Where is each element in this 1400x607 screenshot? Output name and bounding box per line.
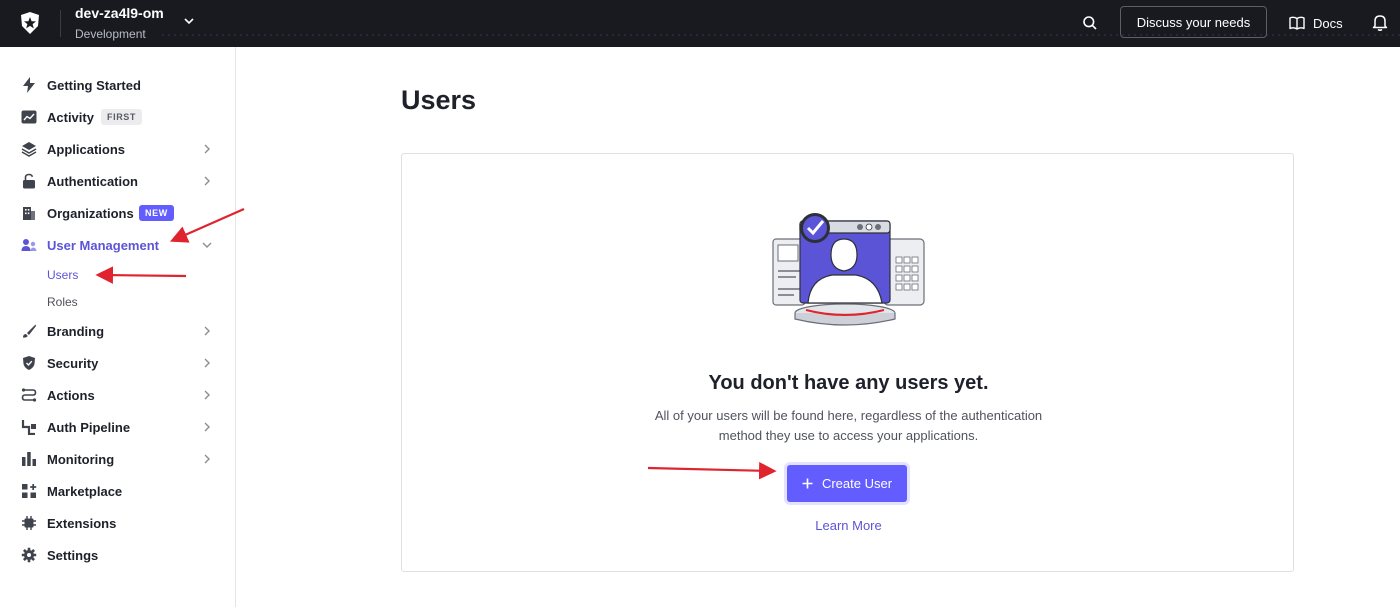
chevron-right-icon xyxy=(204,326,210,336)
create-user-label: Create User xyxy=(821,476,893,491)
plus-icon xyxy=(802,478,813,489)
chip-icon xyxy=(21,515,37,531)
sidebar-item-actions[interactable]: Actions xyxy=(0,379,235,411)
sidebar-item-label: Branding xyxy=(47,323,105,339)
sidebar: Getting Started Activity FIRST Applicati… xyxy=(0,47,236,607)
auth0-logo[interactable] xyxy=(14,9,46,37)
sidebar-item-label: Security xyxy=(47,355,99,371)
sidebar-item-label: Authentication xyxy=(47,173,138,189)
tenant-name: dev-za4l9-om xyxy=(75,5,164,21)
sidebar-item-organizations[interactable]: Organizations NEW xyxy=(0,197,235,229)
new-badge: NEW xyxy=(139,205,174,221)
sidebar-item-label: Organizations xyxy=(47,205,134,221)
sidebar-item-label: Monitoring xyxy=(47,451,115,467)
flow-icon xyxy=(21,387,37,403)
sidebar-item-label: Marketplace xyxy=(47,483,123,499)
sidebar-item-label: Auth Pipeline xyxy=(47,419,131,435)
shield-icon xyxy=(21,355,37,371)
create-user-button[interactable]: Create User xyxy=(787,465,907,502)
sidebar-item-getting-started[interactable]: Getting Started xyxy=(0,69,235,101)
top-navigation-bar: dev-za4l9-om Development Discuss your ne… xyxy=(0,0,1400,47)
sidebar-item-label: Activity xyxy=(47,109,94,125)
chevron-down-icon xyxy=(202,242,212,248)
sidebar-item-settings[interactable]: Settings xyxy=(0,539,235,571)
chevron-right-icon xyxy=(204,176,210,186)
sidebar-item-extensions[interactable]: Extensions xyxy=(0,507,235,539)
building-icon xyxy=(21,205,37,221)
first-badge: FIRST xyxy=(101,109,142,125)
users-icon xyxy=(21,237,37,253)
sidebar-item-auth-pipeline[interactable]: Auth Pipeline xyxy=(0,411,235,443)
learn-more-link[interactable]: Learn More xyxy=(402,518,1295,533)
gear-icon xyxy=(21,547,37,563)
page-title: Users xyxy=(401,85,477,115)
tenant-environment: Development xyxy=(75,27,146,41)
sidebar-item-security[interactable]: Security xyxy=(0,347,235,379)
sidebar-subitem-users[interactable]: Users xyxy=(47,268,78,282)
book-icon xyxy=(1289,16,1305,30)
sidebar-item-label: Getting Started xyxy=(47,77,141,93)
docs-label: Docs xyxy=(1313,15,1343,31)
sidebar-item-label: Extensions xyxy=(47,515,117,531)
empty-state-description: All of your users will be found here, re… xyxy=(654,408,1043,443)
tenant-switcher[interactable]: dev-za4l9-om Development xyxy=(75,5,164,42)
pipeline-icon xyxy=(21,419,37,435)
lock-icon xyxy=(21,173,37,189)
sidebar-subitem-roles[interactable]: Roles xyxy=(47,295,78,309)
sidebar-item-label: Settings xyxy=(47,547,99,563)
sidebar-item-activity[interactable]: Activity FIRST xyxy=(0,101,235,133)
shield-star-icon xyxy=(21,12,39,34)
grid-plus-icon xyxy=(21,483,37,499)
sidebar-item-label: Applications xyxy=(47,141,126,157)
discuss-your-needs-button[interactable]: Discuss your needs xyxy=(1120,6,1267,38)
chevron-right-icon xyxy=(204,390,210,400)
chevron-right-icon xyxy=(204,422,210,432)
sidebar-item-label: Actions xyxy=(47,387,95,403)
chevron-down-icon[interactable] xyxy=(182,14,196,28)
chevron-right-icon xyxy=(204,454,210,464)
sidebar-item-label: User Management xyxy=(47,237,159,253)
brush-icon xyxy=(21,323,37,339)
sidebar-item-branding[interactable]: Branding xyxy=(0,315,235,347)
sidebar-item-user-management[interactable]: User Management xyxy=(0,229,235,261)
sidebar-item-monitoring[interactable]: Monitoring xyxy=(0,443,235,475)
bell-icon[interactable] xyxy=(1372,13,1388,31)
header-divider xyxy=(60,10,61,37)
empty-state-title: You don't have any users yet. xyxy=(708,372,989,394)
bar-chart-icon xyxy=(21,451,37,467)
sidebar-item-applications[interactable]: Applications xyxy=(0,133,235,165)
search-button[interactable] xyxy=(1080,13,1100,33)
search-icon xyxy=(1083,16,1097,30)
lightning-icon xyxy=(21,77,37,93)
sidebar-item-marketplace[interactable]: Marketplace xyxy=(0,475,235,507)
users-empty-illustration xyxy=(772,213,925,326)
layers-icon xyxy=(21,141,37,157)
sidebar-item-authentication[interactable]: Authentication xyxy=(0,165,235,197)
chevron-right-icon xyxy=(204,358,210,368)
docs-link[interactable]: Docs xyxy=(1289,12,1343,34)
chevron-right-icon xyxy=(204,144,210,154)
empty-state-card: You don't have any users yet. All of you… xyxy=(401,153,1294,572)
trend-chart-icon xyxy=(21,109,37,125)
